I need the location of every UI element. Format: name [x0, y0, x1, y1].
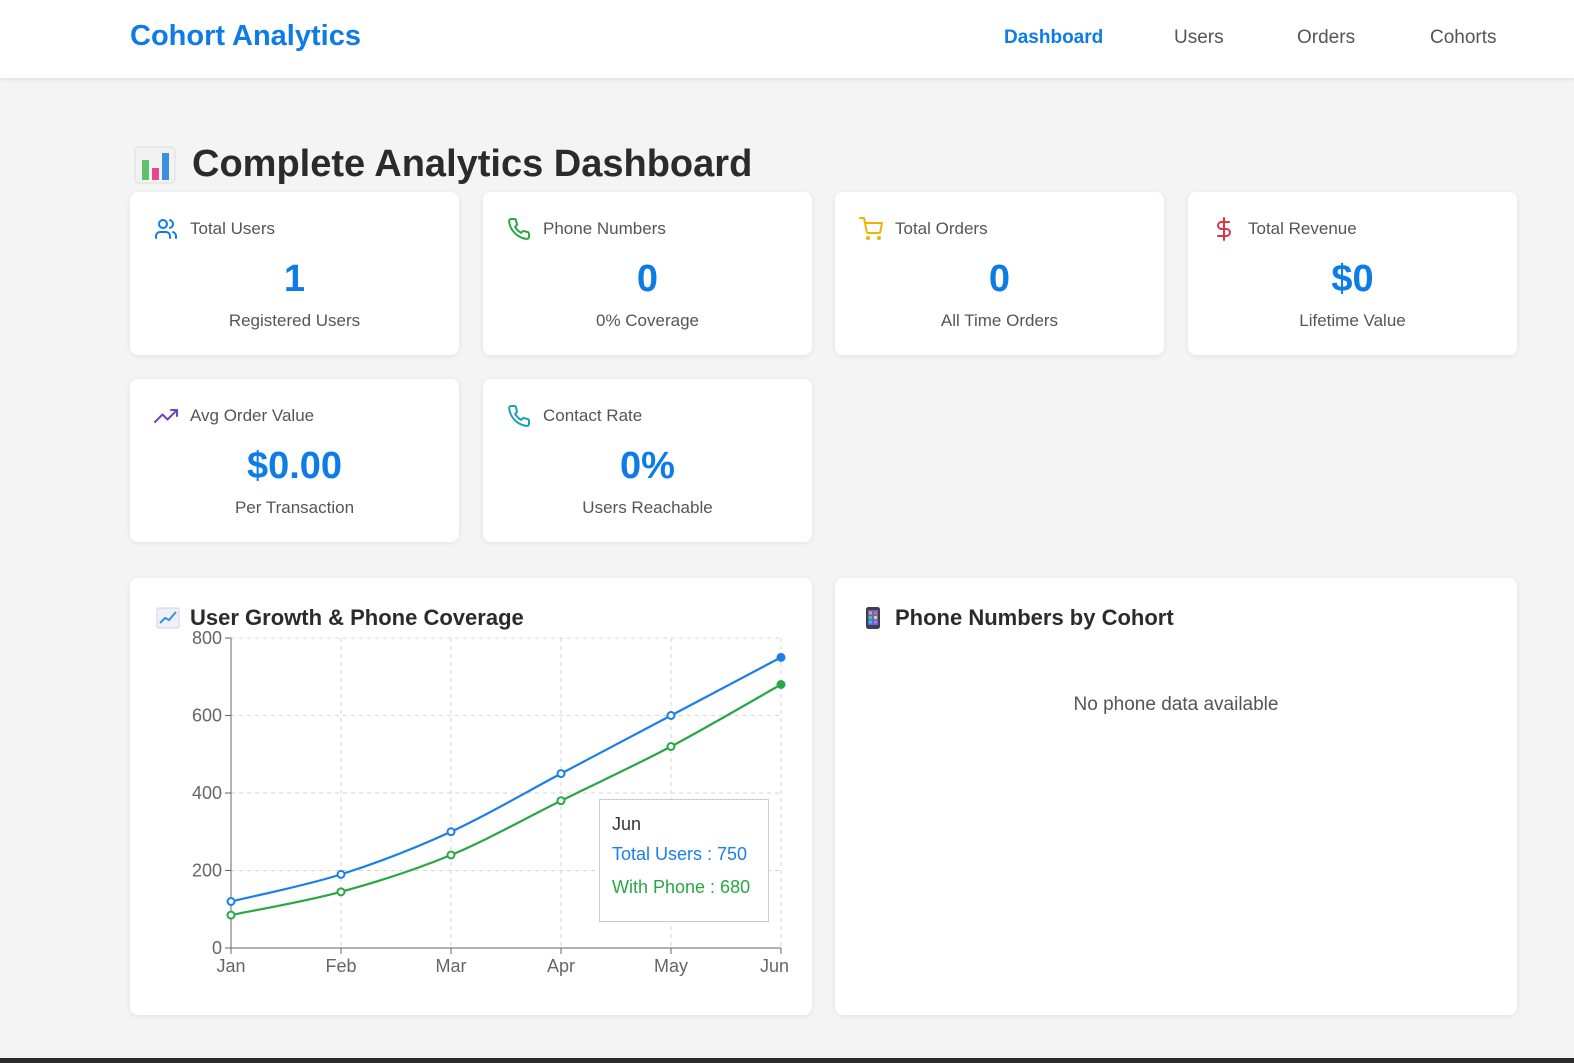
stat-label: Phone Numbers: [543, 219, 666, 238]
y-tick-label: 800: [192, 628, 222, 648]
stat-label: Avg Order Value: [190, 406, 315, 425]
tooltip-title: Jun: [612, 814, 642, 834]
dollar-icon: [1217, 217, 1231, 241]
page-title: Complete Analytics Dashboard: [192, 143, 753, 185]
chart-tooltip: Jun Total Users : 750 With Phone : 680: [599, 799, 769, 922]
stat-value: 0: [636, 258, 659, 300]
data-point-with-phone: [666, 742, 676, 751]
stat-card-contact-rate: Contact Rate 0% Users Reachable: [483, 379, 812, 542]
stat-card-avg-order-value: Avg Order Value $0.00 Per Transaction: [130, 379, 459, 542]
empty-state-message: No phone data available: [1073, 694, 1279, 715]
page-header: Complete Analytics Dashboard: [134, 143, 752, 186]
navbar: Cohort Analytics Dashboard Users Orders …: [0, 0, 1574, 78]
users-icon: [155, 219, 177, 239]
x-tick-label: Jun: [760, 956, 789, 976]
data-point-total-users: [336, 869, 346, 879]
stat-subtitle: Registered Users: [228, 311, 361, 330]
cart-icon: [859, 217, 883, 240]
phone-icon: [508, 405, 531, 427]
panel-title: User Growth & Phone Coverage: [190, 605, 524, 630]
brand-logo[interactable]: Cohort Analytics: [130, 20, 361, 53]
y-tick-label: 400: [192, 783, 222, 803]
y-tick-label: 200: [192, 861, 222, 881]
stat-card-total-orders: Total Orders 0 All Time Orders: [835, 192, 1164, 355]
data-point-total-users: [446, 827, 456, 837]
phone-by-cohort-panel: Phone Numbers by Cohort No phone data av…: [835, 578, 1517, 1015]
stat-subtitle: Users Reachable: [582, 498, 713, 517]
stat-subtitle: 0% Coverage: [595, 311, 699, 330]
tooltip-total-users: Total Users : 750: [612, 844, 748, 864]
data-point-with-phone: [446, 850, 456, 860]
chart-increasing-emoji-icon: [156, 607, 180, 629]
data-point-total-users: [776, 652, 786, 662]
x-tick-label: Apr: [547, 956, 575, 976]
stat-label: Total Orders: [895, 219, 988, 238]
data-point-total-users: [556, 769, 566, 779]
phone-icon: [508, 218, 531, 240]
stat-value: 0: [988, 258, 1011, 300]
nav-item-orders[interactable]: Orders: [1297, 27, 1355, 49]
tooltip-with-phone: With Phone : 680: [612, 877, 751, 897]
stat-value: 0%: [620, 445, 675, 487]
stat-value: $0: [1331, 258, 1374, 300]
stat-label: Contact Rate: [543, 406, 643, 425]
user-growth-panel: 0 200 400 600 800 Jan Feb Mar Apr May Jun User Gro…: [130, 578, 812, 1015]
x-tick-label: May: [654, 956, 688, 976]
trending-up-icon: [154, 409, 178, 423]
nav-item-dashboard[interactable]: Dashboard: [1004, 27, 1103, 49]
data-point-with-phone: [226, 910, 236, 920]
x-tick-label: Feb: [325, 956, 356, 976]
data-point-total-users: [226, 897, 236, 906]
data-point-with-phone: [556, 796, 566, 806]
nav-item-cohorts[interactable]: Cohorts: [1430, 27, 1497, 49]
stat-value: $0.00: [246, 445, 343, 487]
stat-card-total-revenue: Total Revenue $0 Lifetime Value: [1188, 192, 1517, 355]
x-tick-label: Mar: [436, 956, 467, 976]
panel-title: Phone Numbers by Cohort: [895, 605, 1174, 630]
y-tick-label: 0: [212, 938, 222, 958]
mobile-phone-emoji-icon: [866, 607, 880, 629]
stat-subtitle: Per Transaction: [234, 498, 355, 517]
bar-chart-emoji-icon: [134, 146, 176, 183]
stat-card-total-users: Total Users 1 Registered Users: [130, 192, 459, 355]
stat-label: Total Users: [190, 219, 276, 238]
y-tick-label: 600: [192, 706, 222, 726]
stat-label: Total Revenue: [1248, 219, 1357, 238]
stat-subtitle: All Time Orders: [940, 311, 1059, 330]
user-growth-chart[interactable]: 0 200 400 600 800 Jan Feb Mar Apr May Jun: [130, 578, 812, 1015]
data-point-with-phone: [776, 680, 786, 689]
stat-value: 1: [283, 258, 306, 300]
data-point-total-users: [666, 711, 676, 720]
stat-card-phone-numbers: Phone Numbers 0 0% Coverage: [483, 192, 812, 355]
data-point-with-phone: [336, 887, 346, 897]
bottom-border: [0, 1058, 1574, 1063]
nav-item-users[interactable]: Users: [1174, 27, 1224, 49]
stat-subtitle: Lifetime Value: [1299, 311, 1406, 330]
x-tick-label: Jan: [216, 956, 245, 976]
